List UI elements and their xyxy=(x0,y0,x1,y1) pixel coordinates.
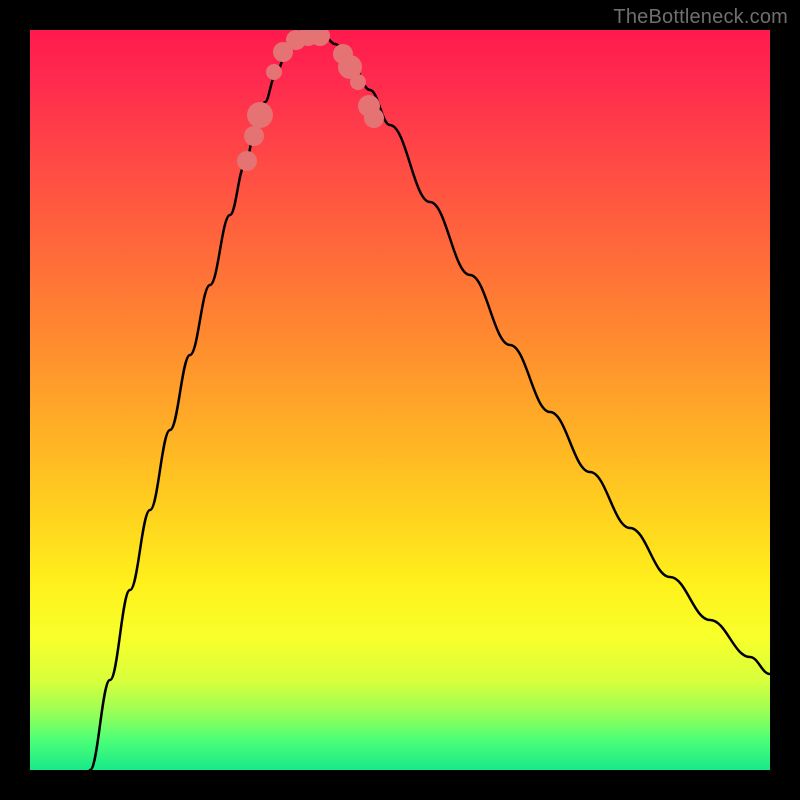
curve-markers xyxy=(237,30,384,171)
chart-frame: TheBottleneck.com xyxy=(0,0,800,800)
curve-svg xyxy=(30,30,770,770)
curve-marker xyxy=(244,126,264,146)
plot-area xyxy=(30,30,770,770)
curve-marker xyxy=(364,108,384,128)
watermark-text: TheBottleneck.com xyxy=(613,6,788,29)
curve-marker xyxy=(237,151,257,171)
curve-marker xyxy=(247,102,273,128)
bottleneck-curve xyxy=(90,35,770,770)
curve-marker xyxy=(350,74,366,90)
curve-marker xyxy=(266,64,282,80)
